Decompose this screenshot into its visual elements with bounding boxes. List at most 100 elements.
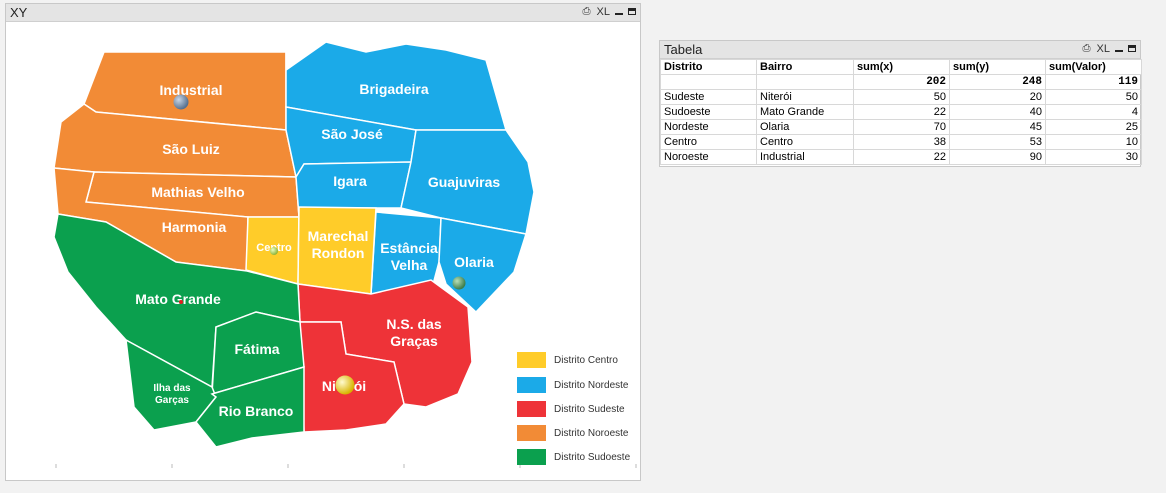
cell: 4	[1045, 104, 1142, 120]
label-fatima: Fátima	[234, 341, 279, 357]
label-estancia-velha-line2: Velha	[391, 257, 428, 273]
label-igara: Igara	[333, 173, 367, 189]
maximize-icon[interactable]	[628, 6, 636, 18]
table-window-controls: ⎙ XL	[1082, 43, 1136, 55]
label-industrial: Industrial	[159, 82, 222, 98]
total-cell	[660, 74, 757, 90]
cell: 38	[853, 134, 950, 150]
xy-titlebar[interactable]: XY ⎙ XL	[6, 4, 640, 22]
cell: 40	[949, 104, 1046, 120]
table-titlebar[interactable]: Tabela ⎙ XL	[660, 41, 1140, 59]
legend-swatch-nordeste	[517, 377, 546, 393]
label-rio-branco: Rio Branco	[219, 403, 294, 419]
label-ilha-das-garcas-line2: Garças	[155, 395, 189, 406]
cell: 22	[853, 104, 950, 120]
col-header-sum-x[interactable]: sum(x)	[853, 59, 950, 75]
label-sao-luiz: São Luiz	[162, 141, 220, 157]
label-ilha-das-garcas-line1: Ilha das	[153, 383, 191, 394]
table-title: Tabela	[664, 42, 703, 57]
label-sao-jose: São José	[321, 126, 383, 142]
label-ns-das-gracas-line2: Graças	[390, 333, 438, 349]
legend-swatch-centro	[517, 352, 546, 368]
label-ns-das-gracas-line1: N.S. das	[386, 316, 441, 332]
print-icon[interactable]: ⎙	[582, 7, 592, 17]
xl-export-icon[interactable]: XL	[1097, 43, 1110, 55]
legend-label-nordeste: Distrito Nordeste	[554, 380, 629, 391]
label-brigadeira: Brigadeira	[359, 81, 428, 97]
label-estancia-velha-line1: Estância	[380, 240, 438, 256]
cell: 22	[853, 149, 950, 165]
minimize-icon[interactable]	[1115, 43, 1123, 55]
label-ns-das-gracas: N.S. das Graças	[386, 316, 441, 349]
cell: Centro	[660, 134, 757, 150]
label-guajuviras: Guajuviras	[428, 174, 501, 190]
district-sudeste	[297, 279, 473, 433]
table-window[interactable]: Tabela ⎙ XL Distrito Bairro sum(x) sum(y…	[659, 40, 1142, 167]
cell: Sudeste	[660, 89, 757, 105]
cell: 70	[853, 119, 950, 135]
cell: 53	[949, 134, 1046, 150]
total-cell: 119	[1045, 74, 1142, 90]
table-row[interactable]: Noroeste Industrial 22 90 30	[660, 149, 1142, 165]
label-mathias-velho: Mathias Velho	[151, 184, 244, 200]
cell: 25	[1045, 119, 1142, 135]
legend-swatch-sudoeste	[517, 449, 546, 465]
col-header-sum-valor[interactable]: sum(Valor)	[1045, 59, 1142, 75]
legend-label-centro: Distrito Centro	[554, 355, 618, 366]
district-map: Industrial São Luiz Mathias Velho Harmon…	[53, 41, 637, 468]
totals-row: 202 248 119	[660, 74, 1142, 90]
cell: 30	[1045, 149, 1142, 165]
cell: Centro	[756, 134, 854, 150]
maximize-icon[interactable]	[1128, 43, 1136, 55]
table-row[interactable]: Centro Centro 38 53 10	[660, 134, 1142, 150]
col-header-sum-y[interactable]: sum(y)	[949, 59, 1046, 75]
label-mato-grande: Mato Grande	[135, 291, 221, 307]
table-row[interactable]: Nordeste Olaria 70 45 25	[660, 119, 1142, 135]
cell: Nordeste	[660, 119, 757, 135]
cell: 20	[949, 89, 1046, 105]
x-axis-ticks	[55, 464, 637, 468]
point-niteroi[interactable]	[335, 375, 355, 395]
legend-swatch-sudeste	[517, 401, 546, 417]
total-cell	[756, 74, 854, 90]
legend-label-sudoeste: Distrito Sudoeste	[554, 452, 631, 463]
cell: Industrial	[756, 149, 854, 165]
legend-label-noroeste: Distrito Noroeste	[554, 428, 629, 439]
label-marechal-rondon-line1: Marechal	[308, 228, 369, 244]
data-table: Distrito Bairro sum(x) sum(y) sum(Valor)…	[660, 59, 1142, 165]
point-mato-grande[interactable]	[179, 300, 183, 304]
cell: Mato Grande	[756, 104, 854, 120]
xy-window-controls: ⎙ XL	[582, 6, 636, 18]
table-header-row: Distrito Bairro sum(x) sum(y) sum(Valor)	[660, 59, 1142, 75]
cell: Noroeste	[660, 149, 757, 165]
print-icon[interactable]: ⎙	[1082, 44, 1092, 54]
total-cell: 248	[949, 74, 1046, 90]
cell: Olaria	[756, 119, 854, 135]
label-olaria: Olaria	[454, 254, 494, 270]
xy-title: XY	[10, 5, 28, 20]
cell: 90	[949, 149, 1046, 165]
cell: Niterói	[756, 89, 854, 105]
cell: 50	[853, 89, 950, 105]
label-harmonia: Harmonia	[162, 219, 227, 235]
xl-export-icon[interactable]: XL	[597, 6, 610, 18]
cell: 45	[949, 119, 1046, 135]
point-olaria[interactable]	[452, 276, 466, 290]
xy-chart-window[interactable]: XY ⎙ XL Industrial São Luiz Mathias Velh…	[5, 3, 641, 481]
table-row[interactable]: Sudoeste Mato Grande 22 40 4	[660, 104, 1142, 120]
point-industrial[interactable]	[173, 94, 189, 110]
point-centro[interactable]	[270, 247, 278, 255]
cell: 50	[1045, 89, 1142, 105]
legend-label-sudeste: Distrito Sudeste	[554, 404, 625, 415]
label-marechal-rondon: Marechal Rondon	[308, 228, 369, 261]
map-legend: Distrito Centro Distrito Nordeste Distri…	[517, 352, 631, 465]
cell: 10	[1045, 134, 1142, 150]
minimize-icon[interactable]	[615, 6, 623, 18]
label-ilha-das-garcas: Ilha das Garças	[153, 383, 191, 406]
table-row[interactable]: Sudeste Niterói 50 20 50	[660, 89, 1142, 105]
cell: Sudoeste	[660, 104, 757, 120]
total-cell: 202	[853, 74, 950, 90]
legend-swatch-noroeste	[517, 425, 546, 441]
col-header-distrito[interactable]: Distrito	[660, 59, 757, 75]
col-header-bairro[interactable]: Bairro	[756, 59, 854, 75]
